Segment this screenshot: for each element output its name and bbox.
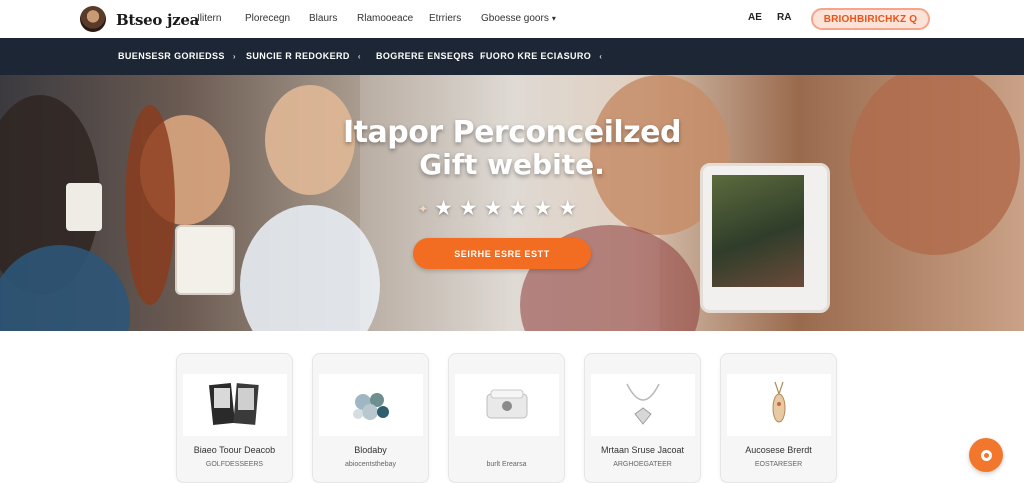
rating-stars: ✦ ★ ★ ★ ★ ★ ★	[418, 198, 577, 219]
language-toggle-2[interactable]: RA	[777, 12, 791, 23]
sparkle-icon: ✦	[418, 201, 429, 216]
product-name: Biaeo Toour Deacob	[193, 445, 276, 455]
hero-cta-button[interactable]: SEIRHE ESRE ESTT	[413, 238, 591, 269]
site-logo-text[interactable]: Btseo jzea	[116, 11, 199, 29]
topnav-item-2[interactable]: Plorecegn	[245, 13, 290, 24]
star-icon: ★	[458, 197, 478, 220]
category-item-1[interactable]: BUENSESR GORIEDSS ›	[118, 51, 236, 61]
chevron-icon: ›	[232, 52, 236, 61]
product-subtitle: EOSTARESER	[754, 461, 803, 468]
chevron-icon: ‹	[599, 52, 603, 61]
category-navbar: BUENSESR GORIEDSS › SUNCIE R REDOKERD ‹ BO…	[0, 38, 1024, 75]
product-card[interactable]: burlt Erearsa	[448, 353, 565, 483]
hero-person-shape	[240, 205, 380, 331]
product-name: Aucosese Brerdt	[745, 445, 812, 455]
mug-icon	[66, 183, 102, 231]
chat-button[interactable]	[969, 438, 1003, 472]
mug-photo-icon	[712, 175, 804, 287]
topnav-item-3[interactable]: Blaurs	[309, 13, 337, 24]
chat-icon	[980, 449, 992, 461]
product-subtitle: ARGHOEGATEER	[613, 461, 672, 468]
product-name: Mrtaan Sruse Jacoat	[600, 445, 685, 455]
product-image	[455, 374, 559, 436]
topnav-item-6[interactable]: Gboesse goors ▾	[481, 13, 556, 24]
star-icon: ★	[508, 197, 528, 220]
top-header: Btseo jzea Ilitern Plorecegn Blaurs Rlam…	[0, 0, 1024, 38]
hero-banner: Itapor Perconceilzed Gift webite. ✦ ★ ★ …	[0, 75, 1024, 331]
star-icon: ★	[434, 197, 453, 220]
chevron-down-icon: ▾	[551, 14, 556, 23]
language-toggle-1[interactable]: AE	[748, 12, 762, 23]
product-card[interactable]: Blodaby abiocentsthebay	[312, 353, 429, 483]
topnav-item-4[interactable]: Rlamooeace	[357, 13, 413, 24]
product-subtitle: abiocentsthebay	[345, 461, 396, 468]
product-image	[727, 374, 831, 436]
product-image	[591, 374, 695, 436]
hero-title-line-2: Gift webite.	[419, 148, 605, 181]
pendant-icon	[772, 381, 786, 423]
product-image	[183, 374, 287, 436]
photo-prints-icon	[208, 382, 259, 426]
star-icon: ★	[483, 197, 503, 220]
hero-title-line-1: Itapor Perconceilzed	[343, 115, 681, 150]
product-card[interactable]: Mrtaan Sruse Jacoat ARGHOEGATEER	[584, 353, 701, 483]
category-item-4[interactable]: FUORO KRE ECIASURO ‹	[480, 51, 602, 61]
star-icon: ★	[533, 197, 553, 220]
star-icon: ★	[558, 197, 578, 220]
chevron-icon: ‹	[357, 52, 361, 61]
topnav-item-5[interactable]: Etrriers	[429, 13, 461, 24]
ring-box-icon	[486, 389, 528, 419]
product-image	[319, 374, 423, 436]
header-cta-button[interactable]: BRIOHBIRICHKZ Q	[811, 8, 930, 30]
hero-person-shape	[0, 245, 130, 331]
category-item-2[interactable]: SUNCIE R REDOKERD ‹	[246, 51, 361, 61]
product-card[interactable]: Aucosese Brerdt EOSTARESER	[720, 353, 837, 483]
product-subtitle: GOLFDESSEERS	[205, 461, 264, 468]
logo-icon[interactable]	[80, 6, 106, 32]
gem-cluster-icon	[353, 393, 389, 420]
necklace-icon	[626, 383, 660, 425]
product-card[interactable]: Biaeo Toour Deacob GOLFDESSEERS	[176, 353, 293, 483]
topnav-item-1[interactable]: Ilitern	[197, 13, 221, 24]
product-subtitle: burlt Erearsa	[486, 461, 527, 468]
mug-icon	[175, 225, 235, 295]
product-name: Blodaby	[354, 445, 387, 455]
category-item-3[interactable]: BOGRERE ENSEQRS ‹	[376, 51, 485, 61]
